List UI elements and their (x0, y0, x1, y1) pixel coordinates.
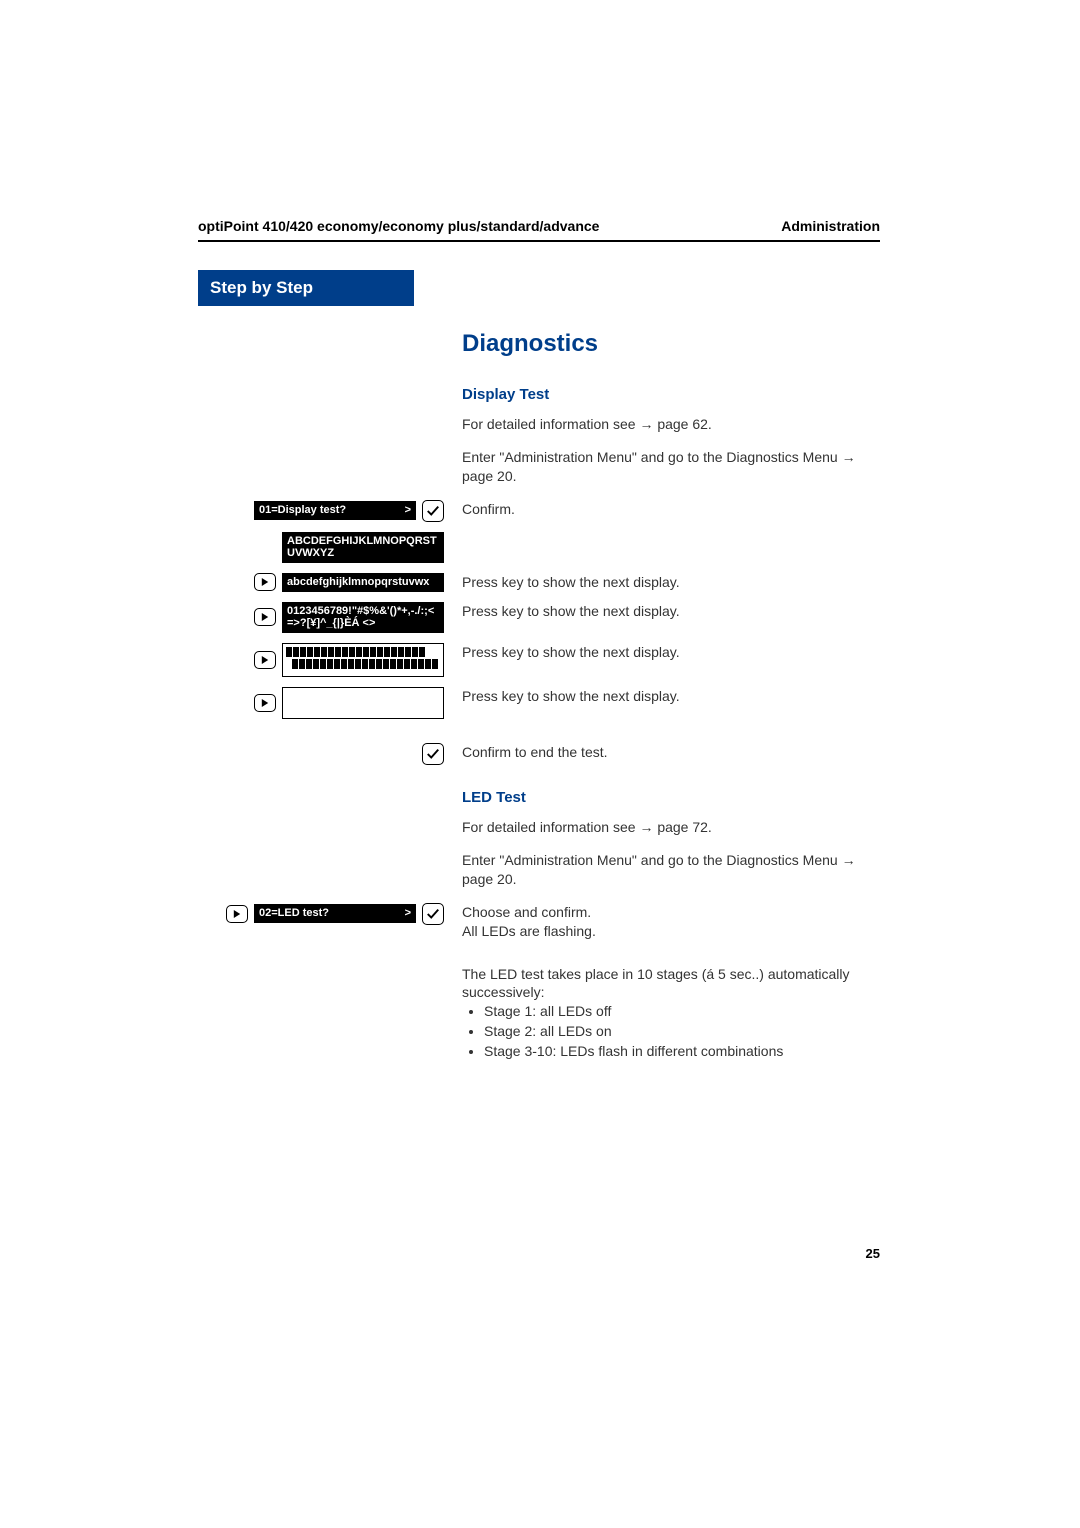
scroll-key-icon (226, 905, 248, 923)
header-right: Administration (781, 218, 880, 234)
step-text: Press key to show the next display. (444, 573, 880, 592)
display-test-p2: Enter "Administration Menu" and go to th… (462, 448, 880, 486)
led-test-desc: The LED test takes place in 10 stages (á… (462, 965, 880, 1003)
display-box-blocks (282, 643, 444, 677)
scroll-key-icon (254, 608, 276, 626)
arrow-icon: → (639, 416, 653, 432)
led-test-heading: LED Test (462, 789, 880, 806)
scroll-key-icon (254, 573, 276, 591)
confirm-key-icon (422, 500, 444, 522)
display-box: 0123456789!"#$%&'()*+,-./:;<=>?[¥]^_{|}È… (282, 602, 444, 633)
confirm-key-icon (422, 903, 444, 925)
arrow-icon: → (639, 819, 653, 835)
list-item: Stage 1: all LEDs off (484, 1002, 880, 1022)
step-text: Confirm to end the test. (444, 743, 880, 762)
step-text: Choose and confirm. (462, 903, 880, 922)
display-box: abcdefghijklmnopqrstuvwx (282, 573, 444, 592)
display-test-p1: For detailed information see → page 62. (462, 415, 880, 434)
display-box: 01=Display test? > (254, 501, 416, 520)
step-text: Press key to show the next display. (444, 643, 880, 662)
page-number: 25 (866, 1246, 880, 1261)
header-left: optiPoint 410/420 economy/economy plus/s… (198, 218, 599, 234)
display-box: ABCDEFGHIJKLMNOPQRSTUVWXYZ (282, 532, 444, 563)
step-text: Confirm. (444, 500, 880, 519)
display-box: 02=LED test? > (254, 904, 416, 923)
scroll-key-icon (254, 651, 276, 669)
led-test-p2: Enter "Administration Menu" and go to th… (462, 851, 880, 889)
step-text: Press key to show the next display. (444, 687, 880, 706)
led-test-p1: For detailed information see → page 72. (462, 818, 880, 837)
led-stages-list: Stage 1: all LEDs off Stage 2: all LEDs … (462, 1002, 880, 1061)
list-item: Stage 3-10: LEDs flash in different comb… (484, 1042, 880, 1062)
scroll-key-icon (254, 694, 276, 712)
display-test-heading: Display Test (462, 386, 880, 403)
step-text: Press key to show the next display. (444, 602, 880, 621)
arrow-icon: → (842, 449, 856, 465)
confirm-key-icon (422, 743, 444, 765)
arrow-icon: → (842, 852, 856, 868)
display-box-empty (282, 687, 444, 719)
list-item: Stage 2: all LEDs on (484, 1022, 880, 1042)
page-header: optiPoint 410/420 economy/economy plus/s… (198, 218, 880, 242)
step-by-step-bar: Step by Step (198, 270, 414, 306)
section-title: Diagnostics (462, 330, 880, 358)
step-text: All LEDs are flashing. (462, 922, 880, 941)
